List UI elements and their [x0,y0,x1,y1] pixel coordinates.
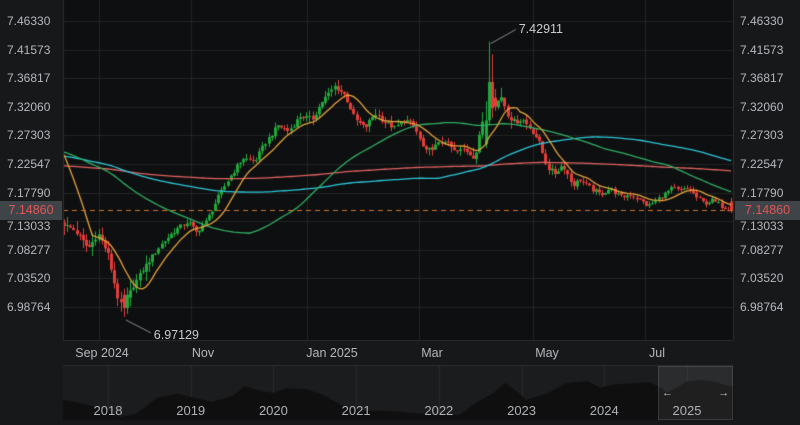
price-tick-label: 7.13033 [7,219,50,233]
navigator-year-label: 2019 [176,403,205,418]
price-tick-label: 7.22547 [740,157,783,171]
navigator-year-label: 2025 [673,403,702,418]
time-tick-label: Nov [192,346,214,360]
navigator-year-label: 2018 [94,403,123,418]
price-tick-label: 6.98764 [7,300,50,314]
time-tick-label: Jul [649,346,665,360]
price-tick-label: 7.46330 [7,14,50,28]
price-tick-label: 7.41573 [740,43,783,57]
time-tick-label: Mar [421,346,443,360]
navigator-year-label: 2024 [590,403,619,418]
price-tick-label: 7.36817 [7,71,50,85]
navigator-year-label: 2021 [342,403,371,418]
low-price-annotation: 6.97129 [154,328,199,342]
price-tick-label: 7.46330 [740,14,783,28]
current-price-badge-left: 7.14860 [0,201,62,220]
price-tick-label: 7.17790 [740,186,783,200]
current-price-badge-right: 7.14860 [735,201,800,220]
price-tick-label: 7.27303 [7,128,50,142]
price-tick-label: 7.32060 [7,100,50,114]
high-price-annotation: 7.42911 [519,22,563,36]
price-tick-label: 7.03520 [740,271,783,285]
navigator-year-label: 2023 [507,403,536,418]
time-tick-label: Sep 2024 [75,346,129,360]
price-tick-label: 7.13033 [740,219,783,233]
navigator-handle-left-icon[interactable]: ← [662,387,673,399]
price-tick-label: 7.22547 [7,157,50,171]
price-tick-label: 7.36817 [740,71,783,85]
time-tick-label: Jan 2025 [306,346,357,360]
price-tick-label: 7.32060 [740,100,783,114]
time-tick-label: May [535,346,559,360]
price-tick-label: 7.08277 [740,243,783,257]
price-tick-label: 7.08277 [7,243,50,257]
price-tick-label: 7.03520 [7,271,50,285]
price-tick-label: 7.27303 [740,128,783,142]
fx-chart-window: 7.46330 7.41573 7.36817 7.32060 7.27303 7.225… [0,0,800,425]
price-tick-label: 7.17790 [7,186,50,200]
candlestick-chart-canvas[interactable] [0,0,800,425]
navigator-year-label: 2022 [424,403,453,418]
price-tick-label: 7.41573 [7,43,50,57]
navigator-year-label: 2020 [259,403,288,418]
navigator-handle-right-icon[interactable]: → [718,387,729,399]
price-tick-label: 6.98764 [740,300,783,314]
